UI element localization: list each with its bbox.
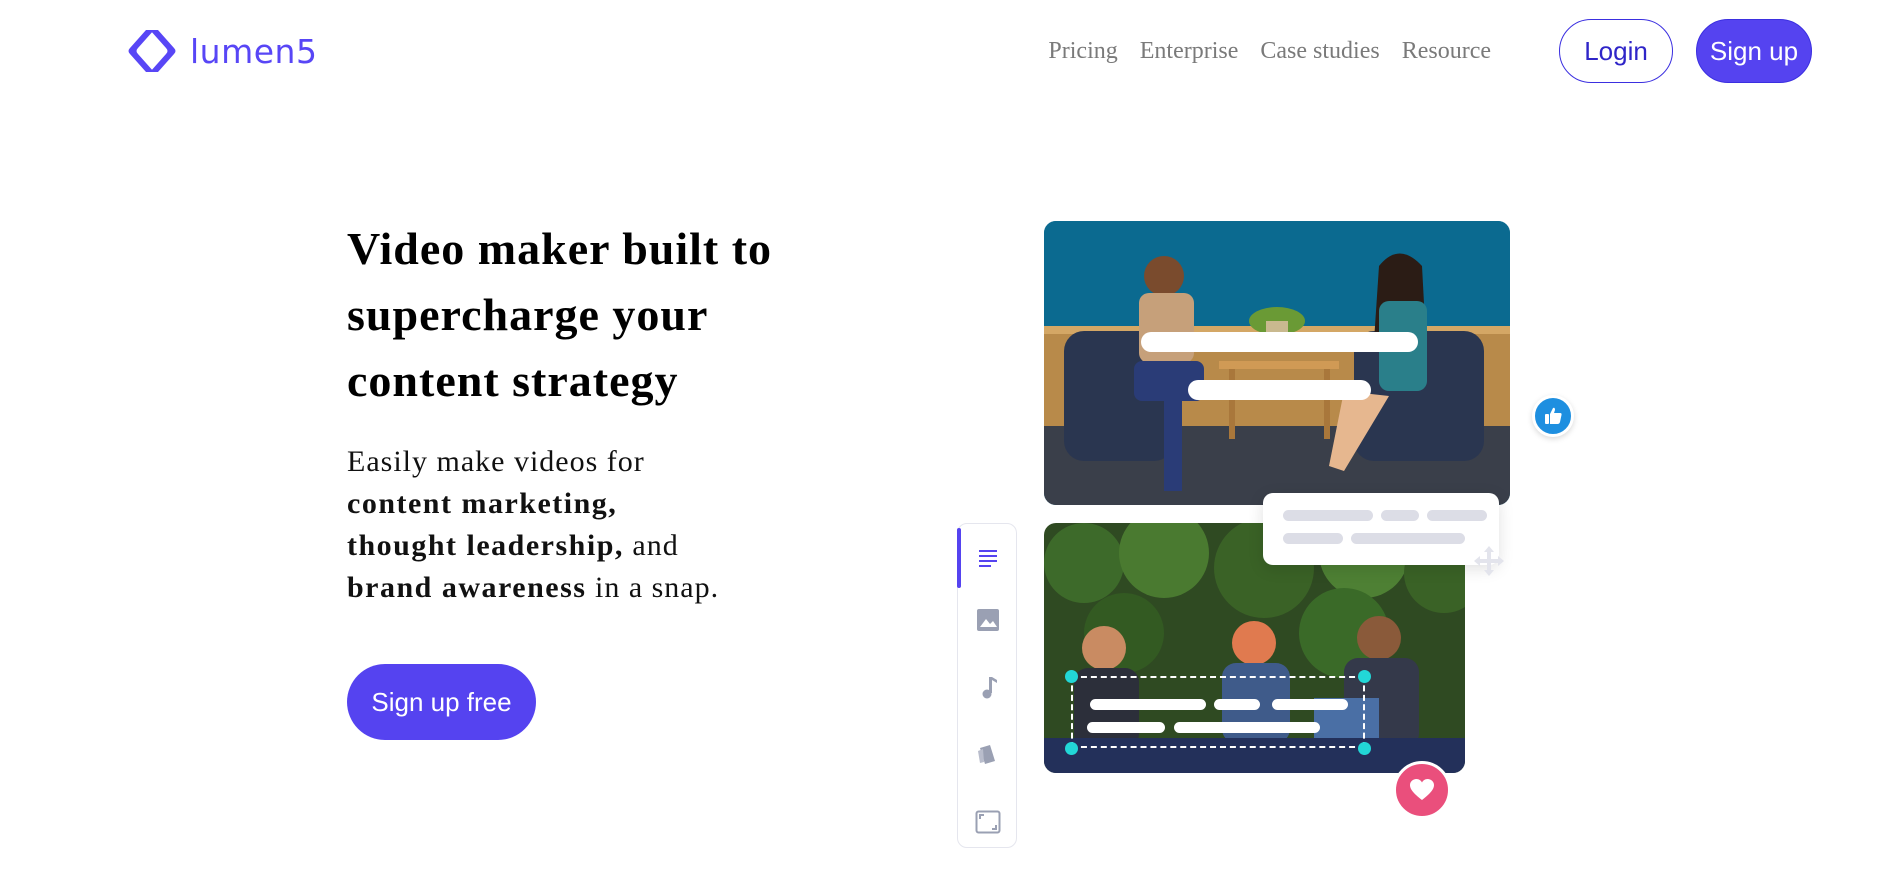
popup-pill [1283,510,1373,521]
logo[interactable]: lumen5 [124,26,317,76]
text-lines-icon [979,550,997,567]
resize-handle[interactable] [1065,670,1078,683]
main-nav: Pricing Enterprise Case studies Resource [1048,34,1491,68]
video-scene-card-top [1044,221,1510,505]
nav-link-case-studies[interactable]: Case studies [1260,34,1379,68]
popup-pill [1427,510,1487,521]
resize-handle[interactable] [1358,670,1371,683]
image-tool[interactable] [974,606,1002,634]
nav-link-pricing[interactable]: Pricing [1048,34,1117,68]
editor-tool-panel [957,523,1017,848]
popup-pill [1351,533,1465,544]
like-badge [1532,395,1574,437]
brand-tool[interactable] [974,740,1002,768]
signup-button[interactable]: Sign up [1696,19,1812,83]
aspect-ratio-tool[interactable] [974,808,1002,836]
text-tool[interactable] [974,544,1002,572]
image-icon [977,609,999,631]
hero-desc-item-thought-leadership: thought leadership, [347,529,624,562]
hero-desc-and: and [632,529,679,562]
hero-description: Easily make videos for content marketing… [347,441,807,609]
music-note-icon [982,677,997,699]
thumbs-up-icon [1545,407,1562,424]
caption-bar [1141,332,1418,352]
signup-free-button[interactable]: Sign up free [347,664,536,740]
text-selection-box[interactable] [1071,676,1365,748]
meeting-photo [1044,221,1510,505]
logo-wordmark: lumen5 [190,31,318,71]
hero-desc-outro: in a snap. [594,571,720,604]
login-button[interactable]: Login [1559,19,1673,83]
caption-bar [1188,380,1371,400]
hero-desc-item-brand-awareness: brand awareness [347,571,587,604]
nav-link-resource[interactable]: Resource [1402,34,1491,68]
hero-desc-intro: Easily make videos for [347,445,645,478]
popup-pill [1283,533,1343,544]
aspect-ratio-icon [975,810,1001,834]
lumen5-logo-icon [128,30,176,72]
resize-handle[interactable] [1065,742,1078,755]
brand-cards-icon [978,745,995,764]
active-tool-indicator [957,528,961,588]
hero-desc-item-content-marketing: content marketing, [347,487,618,520]
hero-title: Video maker built to supercharge your co… [347,223,773,406]
heart-icon [1410,779,1434,800]
nav-link-enterprise[interactable]: Enterprise [1140,34,1239,68]
move-arrows-icon[interactable] [1472,544,1506,578]
resize-handle[interactable] [1358,742,1371,755]
heart-badge [1393,761,1451,819]
text-options-popup [1263,493,1499,565]
music-tool[interactable] [974,673,1002,701]
popup-pill [1381,510,1419,521]
